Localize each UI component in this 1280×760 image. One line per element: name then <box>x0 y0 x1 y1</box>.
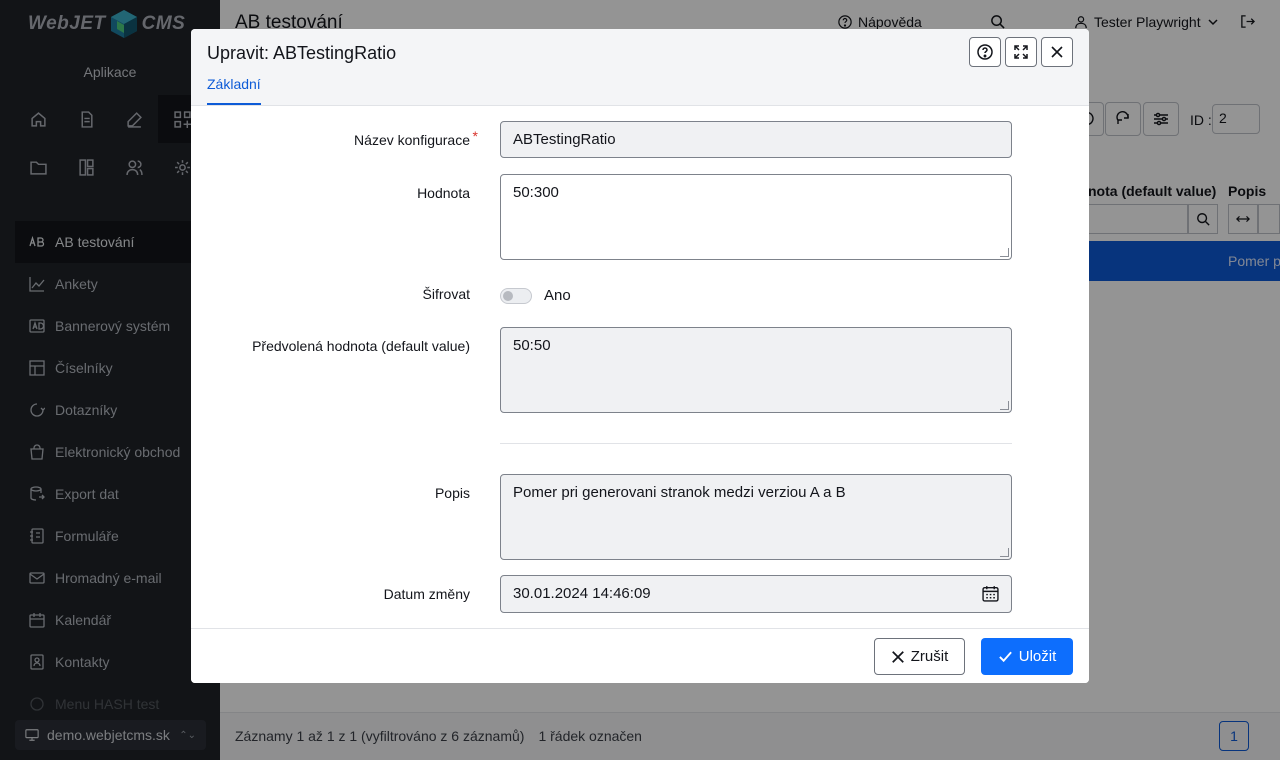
dialog-maximize-button[interactable] <box>1005 37 1037 67</box>
dialog-help-button[interactable] <box>969 37 1001 67</box>
encrypt-toggle[interactable] <box>500 288 532 304</box>
description-label: Popis <box>434 485 470 501</box>
cancel-button[interactable]: Zrušit <box>874 638 965 675</box>
tab-zakladni[interactable]: Základní <box>207 76 261 105</box>
encrypt-label: Šifrovat <box>422 286 470 302</box>
toggle-knob <box>503 291 513 301</box>
section-divider <box>500 443 1012 444</box>
config-name-input[interactable]: ABTestingRatio <box>500 121 1012 158</box>
required-marker: * <box>472 128 478 144</box>
dialog-footer: Zrušit Uložit <box>191 628 1089 683</box>
dialog-title: Upravit: ABTestingRatio <box>207 43 397 63</box>
dialog-close-button[interactable] <box>1041 37 1073 67</box>
save-button[interactable]: Uložit <box>981 638 1073 675</box>
resize-grip-icon[interactable] <box>1000 401 1009 410</box>
default-value-label: Předvolená hodnota (default value) <box>252 338 470 354</box>
edit-dialog: Upravit: ABTestingRatio Základní Název k… <box>191 29 1089 683</box>
dialog-header: Upravit: ABTestingRatio Základní <box>191 29 1089 106</box>
value-textarea[interactable]: 50:300 <box>500 174 1012 260</box>
encrypt-toggle-label[interactable]: Ano <box>544 287 571 304</box>
value-label: Hodnota <box>417 185 470 201</box>
resize-grip-icon[interactable] <box>1000 548 1009 557</box>
dialog-body: Název konfigurace * ABTestingRatio Hodno… <box>191 107 1089 628</box>
close-icon <box>891 650 904 663</box>
change-date-label: Datum změny <box>383 586 470 602</box>
check-icon <box>998 651 1012 663</box>
close-icon <box>1051 46 1063 58</box>
description-textarea[interactable]: Pomer pri generovani stranok medzi verzi… <box>500 474 1012 560</box>
default-value-textarea[interactable]: 50:50 <box>500 327 1012 413</box>
change-date-input[interactable]: 30.01.2024 14:46:09 <box>500 575 1012 613</box>
expand-icon <box>1014 45 1028 59</box>
config-name-label: Název konfigurace * <box>354 128 478 148</box>
calendar-icon[interactable] <box>982 585 999 602</box>
resize-grip-icon[interactable] <box>1000 248 1009 257</box>
help-icon <box>977 44 993 60</box>
